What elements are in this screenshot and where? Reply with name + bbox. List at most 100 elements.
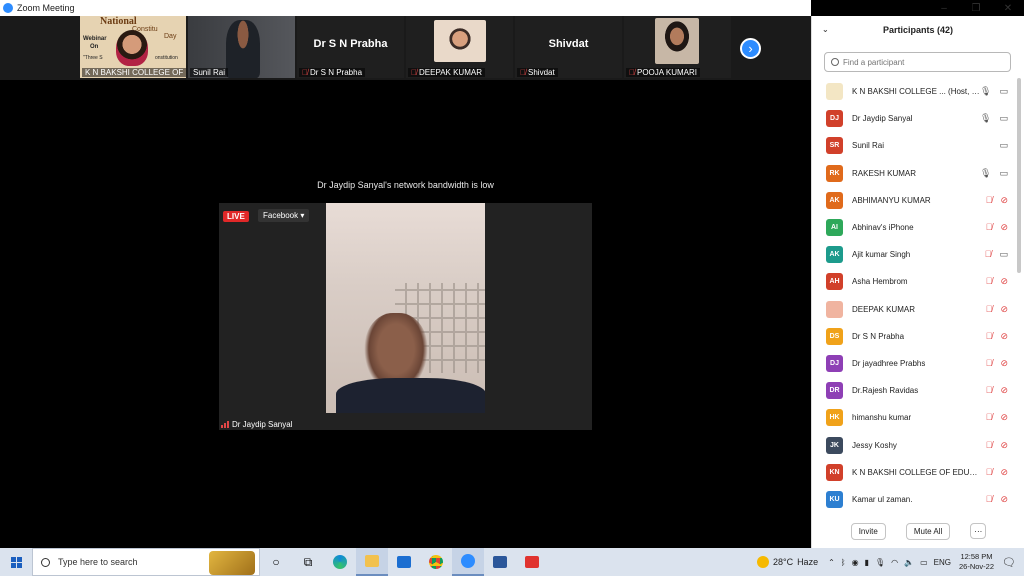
tile-display-name: Shivdat <box>548 38 589 50</box>
video-off-icon[interactable]: ⊘ <box>1000 358 1008 369</box>
participant-row[interactable]: RK RAKESH KUMAR 🎙 ▭ <box>812 160 1012 187</box>
mic-icon[interactable]: 🎙 <box>980 168 991 179</box>
video-off-icon[interactable]: ⊘ <box>1000 467 1008 478</box>
mic-muted-icon[interactable]: 🎙̸ <box>986 222 993 233</box>
gallery-strip: National Constitu Day Webinar On "Three … <box>0 16 811 80</box>
video-camera-icon[interactable]: ▭ <box>999 86 1008 97</box>
gallery-tile-deepak-kumar[interactable]: 🎙̸ DEEPAK KUMAR <box>406 16 513 78</box>
participant-row[interactable]: AI Abhinav's iPhone 🎙̸ ⊘ <box>812 214 1012 241</box>
clock-time: 12:58 PM <box>960 552 993 561</box>
taskbar-clock[interactable]: 12:58 PM 26-Nov-22 <box>959 552 994 572</box>
participant-row[interactable]: AK ABHIMANYU KUMAR 🎙̸ ⊘ <box>812 187 1012 214</box>
display-icon[interactable]: ▭ <box>920 558 928 567</box>
notifications-icon[interactable]: 🗨 <box>1002 556 1016 569</box>
mic-icon[interactable]: 🎙 <box>980 113 991 124</box>
chrome-icon[interactable] <box>420 548 452 576</box>
participant-row[interactable]: AK Ajit kumar Singh 🎙̸ ▭ <box>812 241 1012 268</box>
mic-muted-icon[interactable]: 🎙̸ <box>986 195 993 206</box>
video-off-icon[interactable]: ⊘ <box>1000 385 1008 396</box>
zoom-tray-icon[interactable]: ◉ <box>852 558 859 567</box>
participant-name: Dr Jaydip Sanyal <box>852 114 913 124</box>
microphone-icon[interactable]: 🎙 <box>875 558 885 567</box>
video-off-icon[interactable]: ⊘ <box>1000 195 1008 206</box>
video-camera-icon[interactable]: ▭ <box>999 113 1008 124</box>
file-explorer-icon[interactable] <box>356 548 388 576</box>
wifi-icon[interactable]: ◠ <box>891 558 898 567</box>
more-options-button[interactable]: ··· <box>970 523 987 539</box>
gallery-tile-dr-s-n-prabha[interactable]: Dr S N Prabha 🎙̸ Dr S N Prabha <box>297 16 404 78</box>
gallery-tile-host[interactable]: National Constitu Day Webinar On "Three … <box>80 16 186 78</box>
invite-button[interactable]: Invite <box>850 523 886 540</box>
participant-row[interactable]: DS Dr S N Prabha 🎙̸ ⊘ <box>812 323 1012 350</box>
volume-icon[interactable]: 🔈 <box>904 558 914 567</box>
speaker-video-feed <box>326 203 485 413</box>
participant-row[interactable]: AH Asha Hembrom 🎙̸ ⊘ <box>812 268 1012 295</box>
mic-muted-icon[interactable]: 🎙̸ <box>986 440 993 451</box>
mic-muted-icon[interactable]: 🎙̸ <box>986 412 993 423</box>
video-off-icon[interactable]: ⊘ <box>1000 222 1008 233</box>
restore-button[interactable]: ❐ <box>960 0 992 16</box>
video-off-icon[interactable]: ⊘ <box>1000 440 1008 451</box>
participant-search-input[interactable] <box>843 57 1003 67</box>
edge-browser-icon[interactable] <box>324 548 356 576</box>
participant-row[interactable]: K N BAKSHI COLLEGE ... (Host, me) 🎙 ▭ <box>812 78 1012 105</box>
video-off-icon[interactable]: ⊘ <box>1000 494 1008 505</box>
close-button[interactable]: ✕ <box>992 0 1024 16</box>
participant-status-icons: 🎙̸ ⊘ <box>986 467 1008 478</box>
participant-search-box[interactable] <box>824 52 1011 72</box>
chevron-down-icon[interactable]: ⌄ <box>822 25 829 34</box>
mail-icon[interactable] <box>388 548 420 576</box>
participant-avatar: DR <box>826 382 843 400</box>
gallery-next-button[interactable]: › <box>740 38 761 59</box>
cortana-icon[interactable]: ○ <box>260 548 292 576</box>
gallery-tile-pooja-kumari[interactable]: 🎙̸ POOJA KUMARI <box>624 16 731 78</box>
video-off-icon[interactable]: ⊘ <box>1000 304 1008 315</box>
mute-all-button[interactable]: Mute All <box>905 523 951 540</box>
mic-icon[interactable]: 🎙 <box>980 86 991 97</box>
bluetooth-icon[interactable]: ᛒ <box>841 558 846 567</box>
participant-row[interactable]: DJ Dr jayadhree Prabhs 🎙̸ ⊘ <box>812 350 1012 377</box>
mic-muted-icon[interactable]: 🎙̸ <box>986 467 993 478</box>
video-camera-icon[interactable]: ▭ <box>999 249 1008 260</box>
task-view-icon[interactable]: ⧉ <box>292 548 324 576</box>
battery-icon[interactable]: ▮ <box>865 558 869 567</box>
mic-muted-icon[interactable]: 🎙̸ <box>986 304 993 315</box>
mic-muted-icon[interactable]: 🎙̸ <box>986 276 993 287</box>
video-off-icon[interactable]: ⊘ <box>1000 412 1008 423</box>
weather-widget[interactable]: 28°C Haze <box>756 556 818 568</box>
word-icon[interactable] <box>484 548 516 576</box>
tray-chevron-up-icon[interactable]: ⌃ <box>828 558 835 567</box>
start-button[interactable] <box>0 548 32 576</box>
minimize-button[interactable]: – <box>928 0 960 16</box>
video-off-icon[interactable]: ⊘ <box>1000 276 1008 287</box>
video-off-icon[interactable]: ⊘ <box>1000 331 1008 342</box>
mic-muted-icon[interactable]: 🎙̸ <box>985 249 992 260</box>
mic-muted-icon[interactable]: 🎙̸ <box>986 494 993 505</box>
video-camera-icon[interactable]: ▭ <box>999 168 1008 179</box>
gallery-tile-sunil-rai[interactable]: Sunil Rai <box>188 16 295 78</box>
input-language[interactable]: ENG <box>934 558 951 567</box>
participant-row[interactable]: SR Sunil Rai ▭ <box>812 132 1012 159</box>
participant-row[interactable]: KU Kamar ul zaman. 🎙̸ ⊘ <box>812 486 1012 513</box>
gallery-tile-shivdat[interactable]: Shivdat 🎙̸ Shivdat <box>515 16 622 78</box>
mic-muted-icon[interactable]: 🎙̸ <box>986 331 993 342</box>
live-badge[interactable]: LIVE <box>223 211 249 222</box>
participant-row[interactable]: DEEPAK KUMAR 🎙̸ ⊘ <box>812 296 1012 323</box>
mic-muted-icon[interactable]: 🎙̸ <box>986 385 993 396</box>
active-speaker-video[interactable]: LIVE Facebook ▾ Dr Jaydip Sanyal <box>219 203 592 430</box>
mic-muted-icon[interactable]: 🎙̸ <box>986 358 993 369</box>
participant-row[interactable]: JK Jessy Koshy 🎙̸ ⊘ <box>812 431 1012 458</box>
zoom-taskbar-icon[interactable] <box>452 548 484 576</box>
video-camera-icon[interactable]: ▭ <box>999 140 1008 151</box>
participant-row[interactable]: HK himanshu kumar 🎙̸ ⊘ <box>812 404 1012 431</box>
taskbar-search[interactable]: Type here to search <box>32 548 260 576</box>
stream-target-dropdown[interactable]: Facebook ▾ <box>258 209 310 222</box>
participant-row[interactable]: DR Dr.Rajesh Ravidas 🎙̸ ⊘ <box>812 377 1012 404</box>
participant-row[interactable]: DJ Dr Jaydip Sanyal 🎙 ▭ <box>812 105 1012 132</box>
participant-status-icons: 🎙̸ ⊘ <box>986 385 1008 396</box>
anydesk-icon[interactable] <box>516 548 548 576</box>
participants-scrollbar[interactable] <box>1017 78 1021 273</box>
participant-row[interactable]: KN K N BAKSHI COLLEGE OF EDUCA... 🎙̸ ⊘ <box>812 459 1012 486</box>
meeting-area: National Constitu Day Webinar On "Three … <box>0 16 811 548</box>
participant-avatar <box>826 83 843 101</box>
